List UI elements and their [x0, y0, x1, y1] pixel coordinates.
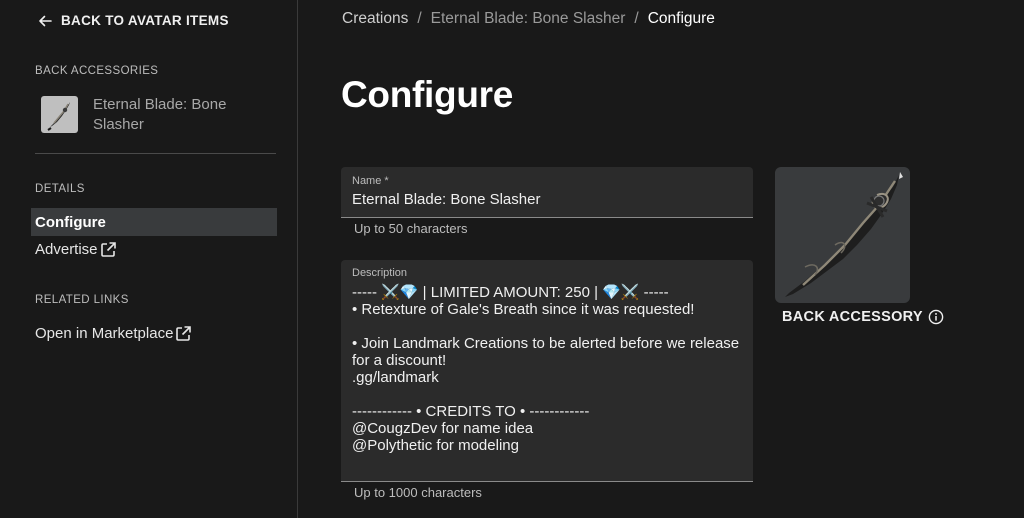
external-link-icon — [176, 325, 192, 341]
category-section-title: BACK ACCESSORIES — [35, 65, 159, 77]
preview-label: BACK ACCESSORY — [782, 309, 944, 325]
related-links-section-title: RELATED LINKS — [35, 294, 129, 306]
sidebar: BACK TO AVATAR ITEMS BACK ACCESSORIES Et… — [0, 0, 298, 518]
sword-icon — [785, 172, 903, 297]
breadcrumb-current: Configure — [647, 10, 715, 27]
page-title: Configure — [341, 74, 514, 115]
breadcrumb-separator: / — [417, 10, 422, 27]
sidebar-divider — [35, 153, 276, 154]
preview-label-text: BACK ACCESSORY — [782, 309, 923, 325]
description-textarea[interactable]: ----- ⚔️💎 | LIMITED AMOUNT: 250 | 💎⚔️ --… — [352, 284, 752, 454]
description-field[interactable]: Description ----- ⚔️💎 | LIMITED AMOUNT: … — [341, 260, 753, 482]
breadcrumb-separator: / — [634, 10, 639, 27]
item-thumbnail — [41, 96, 78, 133]
external-link-icon — [100, 241, 116, 257]
name-field-label: Name * — [352, 175, 389, 187]
sidebar-item-label: Configure — [35, 213, 106, 231]
sidebar-item-open-in-marketplace[interactable]: Open in Marketplace — [31, 319, 277, 347]
breadcrumb-creations[interactable]: Creations — [342, 10, 408, 28]
breadcrumb: Creations / Eternal Blade: Bone Slasher … — [342, 10, 715, 28]
info-icon[interactable] — [928, 309, 944, 325]
item-name: Eternal Blade: Bone Slasher — [93, 96, 227, 133]
current-item: Eternal Blade: Bone Slasher — [41, 96, 263, 135]
sidebar-item-label: Advertise — [35, 240, 98, 258]
name-field-value[interactable]: Eternal Blade: Bone Slasher — [352, 191, 540, 208]
sword-icon — [47, 102, 70, 131]
description-field-label: Description — [352, 267, 408, 279]
sidebar-item-configure[interactable]: Configure — [31, 208, 277, 236]
description-helper-text: Up to 1000 characters — [354, 485, 482, 500]
item-preview-image — [775, 167, 910, 303]
details-section-title: DETAILS — [35, 183, 85, 195]
name-helper-text: Up to 50 characters — [354, 221, 468, 236]
back-to-avatar-items-link[interactable]: BACK TO AVATAR ITEMS — [38, 13, 229, 28]
sidebar-item-advertise[interactable]: Advertise — [31, 235, 277, 263]
name-field[interactable]: Name * Eternal Blade: Bone Slasher — [341, 167, 753, 218]
sidebar-item-label: Open in Marketplace — [35, 324, 174, 342]
arrow-left-icon — [39, 15, 52, 26]
breadcrumb-item[interactable]: Eternal Blade: Bone Slasher — [431, 10, 626, 28]
back-link-label: BACK TO AVATAR ITEMS — [61, 13, 229, 28]
